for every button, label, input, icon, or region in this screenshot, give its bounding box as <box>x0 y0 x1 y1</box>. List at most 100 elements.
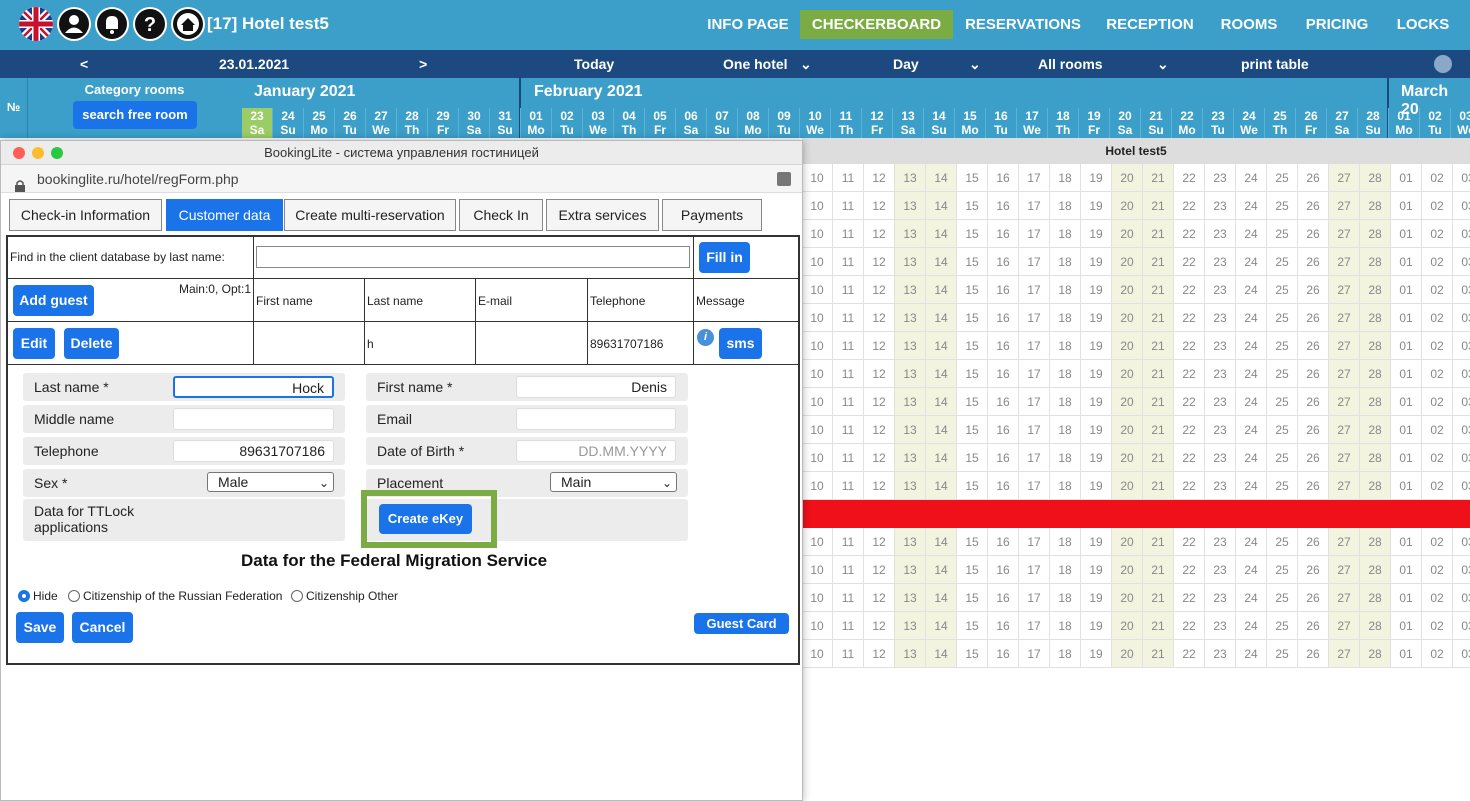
grid-cell[interactable]: 15 <box>957 276 988 304</box>
grid-cell[interactable]: 28 <box>1360 220 1391 248</box>
first-name-input[interactable]: Denis <box>516 376 676 398</box>
grid-cell[interactable]: 12 <box>864 360 895 388</box>
grid-cell[interactable]: 26 <box>1298 584 1329 612</box>
grid-cell[interactable]: 28 <box>1360 528 1391 556</box>
grid-cell[interactable]: 01 <box>1391 472 1422 500</box>
grid-cell[interactable]: 20 <box>1112 360 1143 388</box>
grid-cell[interactable]: 16 <box>988 612 1019 640</box>
grid-cell[interactable]: 13 <box>895 584 926 612</box>
search-free-room-button[interactable]: search free room <box>73 101 197 129</box>
grid-cell[interactable]: 19 <box>1081 332 1112 360</box>
grid-cell[interactable]: 14 <box>926 304 957 332</box>
day-header[interactable]: 28 Th <box>397 108 428 138</box>
grid-cell[interactable]: 22 <box>1174 388 1205 416</box>
grid-cell[interactable]: 03 <box>1453 388 1470 416</box>
grid-cell[interactable]: 14 <box>926 276 957 304</box>
menu-rooms[interactable]: ROOMS <box>1212 0 1286 40</box>
grid-cell[interactable]: 20 <box>1112 584 1143 612</box>
grid-cell[interactable]: 25 <box>1267 360 1298 388</box>
grid-cell[interactable]: 10 <box>802 556 833 584</box>
middle-name-input[interactable] <box>173 408 334 430</box>
grid-cell[interactable]: 23 <box>1205 276 1236 304</box>
grid-cell[interactable]: 12 <box>864 500 895 528</box>
grid-cell[interactable]: 19 <box>1081 612 1112 640</box>
grid-cell[interactable]: 01 <box>1391 164 1422 192</box>
grid-cell[interactable]: 15 <box>957 192 988 220</box>
grid-cell[interactable]: 18 <box>1050 528 1081 556</box>
grid-cell[interactable]: 14 <box>926 472 957 500</box>
day-header[interactable]: 25 Mo <box>304 108 335 138</box>
grid-cell[interactable]: 02 <box>1422 192 1453 220</box>
fill-in-button[interactable]: Fill in <box>699 242 750 273</box>
grid-cell[interactable]: 16 <box>988 332 1019 360</box>
grid-cell[interactable]: 01 <box>1391 332 1422 360</box>
grid-cell[interactable]: 19 <box>1081 444 1112 472</box>
grid-cell[interactable]: 16 <box>988 640 1019 668</box>
grid-cell[interactable]: 25 <box>1267 276 1298 304</box>
grid-cell[interactable]: 22 <box>1174 556 1205 584</box>
grid-cell[interactable]: 13 <box>895 192 926 220</box>
grid-cell[interactable]: 18 <box>1050 556 1081 584</box>
grid-cell[interactable]: 01 <box>1391 192 1422 220</box>
menu-locks[interactable]: LOCKS <box>1388 0 1458 40</box>
grid-cell[interactable]: 24 <box>1236 248 1267 276</box>
grid-cell[interactable]: 21 <box>1143 556 1174 584</box>
menu-reception[interactable]: RECEPTION <box>1098 0 1202 40</box>
grid-cell[interactable]: 02 <box>1422 248 1453 276</box>
grid-cell[interactable]: 02 <box>1422 500 1453 528</box>
day-header[interactable]: 01 Mo <box>1389 108 1420 138</box>
grid-cell[interactable]: 11 <box>833 360 864 388</box>
url-bar[interactable]: bookinglite.ru/hotel/regForm.php <box>1 165 802 193</box>
grid-cell[interactable]: 23 <box>1205 444 1236 472</box>
grid-cell[interactable]: 17 <box>1019 556 1050 584</box>
sex-select[interactable]: Male ⌄ <box>207 472 334 492</box>
tab-check-in-information[interactable]: Check-in Information <box>9 199 162 231</box>
grid-cell[interactable]: 11 <box>833 388 864 416</box>
grid-cell[interactable]: 13 <box>895 164 926 192</box>
grid-cell[interactable]: 16 <box>988 472 1019 500</box>
grid-cell[interactable]: 01 <box>1391 500 1422 528</box>
tab-customer-data[interactable]: Customer data <box>166 199 283 231</box>
grid-cell[interactable]: 03 <box>1453 276 1470 304</box>
grid-cell[interactable]: 01 <box>1391 584 1422 612</box>
grid-cell[interactable]: 25 <box>1267 332 1298 360</box>
grid-cell[interactable]: 26 <box>1298 220 1329 248</box>
grid-cell[interactable]: 24 <box>1236 416 1267 444</box>
grid-cell[interactable]: 25 <box>1267 164 1298 192</box>
grid-cell[interactable]: 01 <box>1391 416 1422 444</box>
grid-cell[interactable]: 17 <box>1019 528 1050 556</box>
grid-cell[interactable]: 23 <box>1205 304 1236 332</box>
grid-cell[interactable]: 28 <box>1360 556 1391 584</box>
grid-cell[interactable]: 28 <box>1360 332 1391 360</box>
grid-cell[interactable]: 02 <box>1422 584 1453 612</box>
grid-cell[interactable]: 21 <box>1143 640 1174 668</box>
grid-cell[interactable]: 13 <box>895 332 926 360</box>
grid-cell[interactable]: 28 <box>1360 192 1391 220</box>
radio-hide[interactable]: Hide <box>18 589 58 603</box>
grid-cell[interactable]: 10 <box>802 276 833 304</box>
grid-cell[interactable]: 23 <box>1205 388 1236 416</box>
grid-cell[interactable]: 22 <box>1174 360 1205 388</box>
grid-cell[interactable]: 14 <box>926 164 957 192</box>
grid-cell[interactable]: 03 <box>1453 248 1470 276</box>
grid-cell[interactable]: 21 <box>1143 220 1174 248</box>
grid-cell[interactable]: 23 <box>1205 332 1236 360</box>
grid-cell[interactable]: 10 <box>802 192 833 220</box>
grid-cell[interactable]: 02 <box>1422 472 1453 500</box>
radio-citizenship-other[interactable]: Citizenship Other <box>291 589 398 603</box>
grid-cell[interactable]: 10 <box>802 612 833 640</box>
grid-cell[interactable]: 21 <box>1143 444 1174 472</box>
grid-cell[interactable]: 28 <box>1360 444 1391 472</box>
grid-cell[interactable]: 10 <box>802 500 833 528</box>
grid-cell[interactable]: 18 <box>1050 220 1081 248</box>
grid-cell[interactable]: 11 <box>833 444 864 472</box>
rooms-select[interactable]: All rooms <box>1038 56 1103 72</box>
grid-cell[interactable]: 18 <box>1050 416 1081 444</box>
traffic-light-icon[interactable] <box>1434 55 1452 73</box>
grid-cell[interactable]: 02 <box>1422 332 1453 360</box>
day-header[interactable]: 03We <box>1451 108 1470 138</box>
day-header[interactable]: 26 Tu <box>335 108 366 138</box>
grid-cell[interactable]: 12 <box>864 248 895 276</box>
grid-cell[interactable]: 22 <box>1174 500 1205 528</box>
grid-cell[interactable]: 02 <box>1422 416 1453 444</box>
